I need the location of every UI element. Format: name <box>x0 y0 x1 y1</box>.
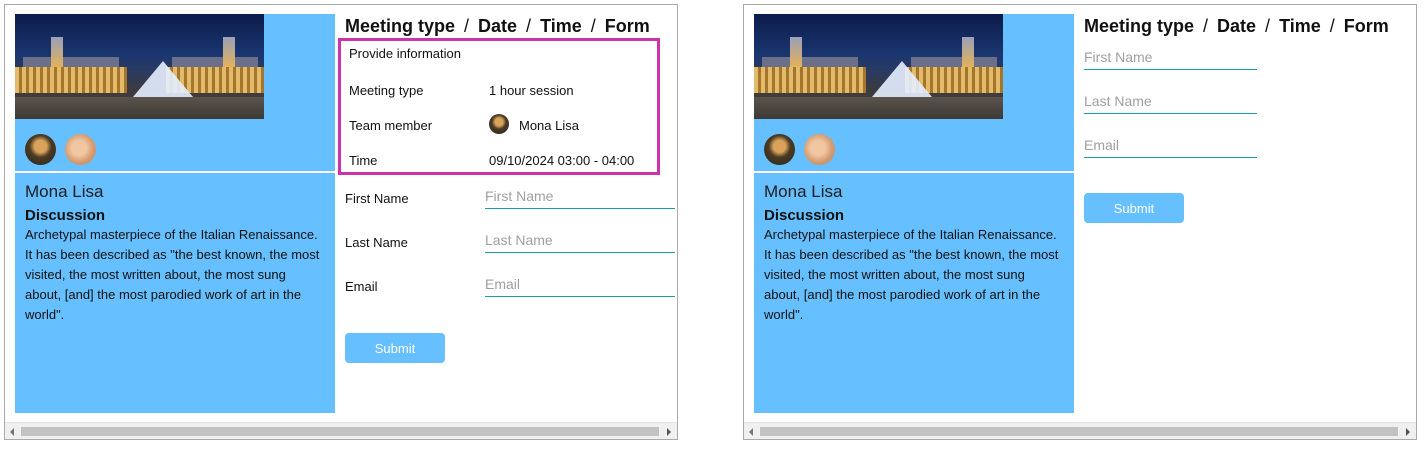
last-name-field[interactable] <box>485 227 675 253</box>
scroll-left-icon[interactable] <box>749 428 753 436</box>
last-name-row: Last Name <box>345 227 675 257</box>
member-description-panel: Mona Lisa Discussion Archetypal masterpi… <box>15 173 335 413</box>
member-banner <box>15 14 335 171</box>
email-field[interactable] <box>1084 132 1257 158</box>
step-date[interactable]: Date <box>1217 16 1256 36</box>
team-member-value: Mona Lisa <box>519 118 579 133</box>
booking-widget-form-only: Mona Lisa Discussion Archetypal masterpi… <box>743 4 1417 440</box>
meeting-type-label: Meeting type <box>349 83 424 98</box>
email-label: Email <box>345 279 378 294</box>
provide-information-box: Provide information Meeting type 1 hour … <box>338 38 660 175</box>
info-heading: Provide information <box>349 46 461 61</box>
scroll-right-icon[interactable] <box>1406 428 1410 436</box>
scrollbar-thumb[interactable] <box>760 427 1398 436</box>
submit-button[interactable]: Submit <box>345 333 445 363</box>
louvre-photo <box>754 14 1003 119</box>
booking-widget-with-info: Mona Lisa Discussion Archetypal masterpi… <box>4 4 678 440</box>
team-member-avatar <box>489 114 509 134</box>
secondary-avatar[interactable] <box>65 134 96 165</box>
step-time[interactable]: Time <box>1279 16 1321 36</box>
member-description-panel: Mona Lisa Discussion Archetypal masterpi… <box>754 173 1074 413</box>
horizontal-scrollbar[interactable] <box>744 422 1416 439</box>
email-field[interactable] <box>485 271 675 297</box>
step-form[interactable]: Form <box>1344 16 1389 36</box>
scrollbar-thumb[interactable] <box>21 427 659 436</box>
secondary-avatar[interactable] <box>804 134 835 165</box>
step-breadcrumb: Meeting type / Date / Time / Form <box>1084 16 1389 36</box>
first-name-label: First Name <box>345 191 409 206</box>
last-name-label: Last Name <box>345 235 408 250</box>
member-name: Mona Lisa <box>764 182 843 201</box>
team-member-label: Team member <box>349 118 433 133</box>
member-banner <box>754 14 1074 171</box>
first-name-field[interactable] <box>485 183 675 209</box>
time-label: Time <box>349 153 378 168</box>
step-breadcrumb: Meeting type / Date / Time / Form <box>345 16 650 36</box>
meeting-type-value: 1 hour session <box>489 83 574 98</box>
step-time[interactable]: Time <box>540 16 582 36</box>
email-row: Email <box>345 271 675 301</box>
step-meeting-type[interactable]: Meeting type <box>345 16 455 36</box>
submit-button[interactable]: Submit <box>1084 193 1184 223</box>
step-meeting-type[interactable]: Meeting type <box>1084 16 1194 36</box>
time-value: 09/10/2024 03:00 - 04:00 <box>489 153 635 168</box>
discussion-title: Discussion <box>25 207 106 224</box>
first-name-field[interactable] <box>1084 44 1257 70</box>
last-name-field[interactable] <box>1084 88 1257 114</box>
member-description: Archetypal masterpiece of the Italian Re… <box>764 227 1059 322</box>
mona-lisa-avatar[interactable] <box>764 134 795 165</box>
scroll-right-icon[interactable] <box>667 428 671 436</box>
step-form[interactable]: Form <box>605 16 650 36</box>
discussion-title: Discussion <box>764 207 845 224</box>
member-name: Mona Lisa <box>25 182 104 201</box>
horizontal-scrollbar[interactable] <box>5 422 677 439</box>
member-description: Archetypal masterpiece of the Italian Re… <box>25 227 320 322</box>
first-name-row: First Name <box>345 183 675 213</box>
louvre-photo <box>15 14 264 119</box>
mona-lisa-avatar[interactable] <box>25 134 56 165</box>
step-date[interactable]: Date <box>478 16 517 36</box>
scroll-left-icon[interactable] <box>10 428 14 436</box>
